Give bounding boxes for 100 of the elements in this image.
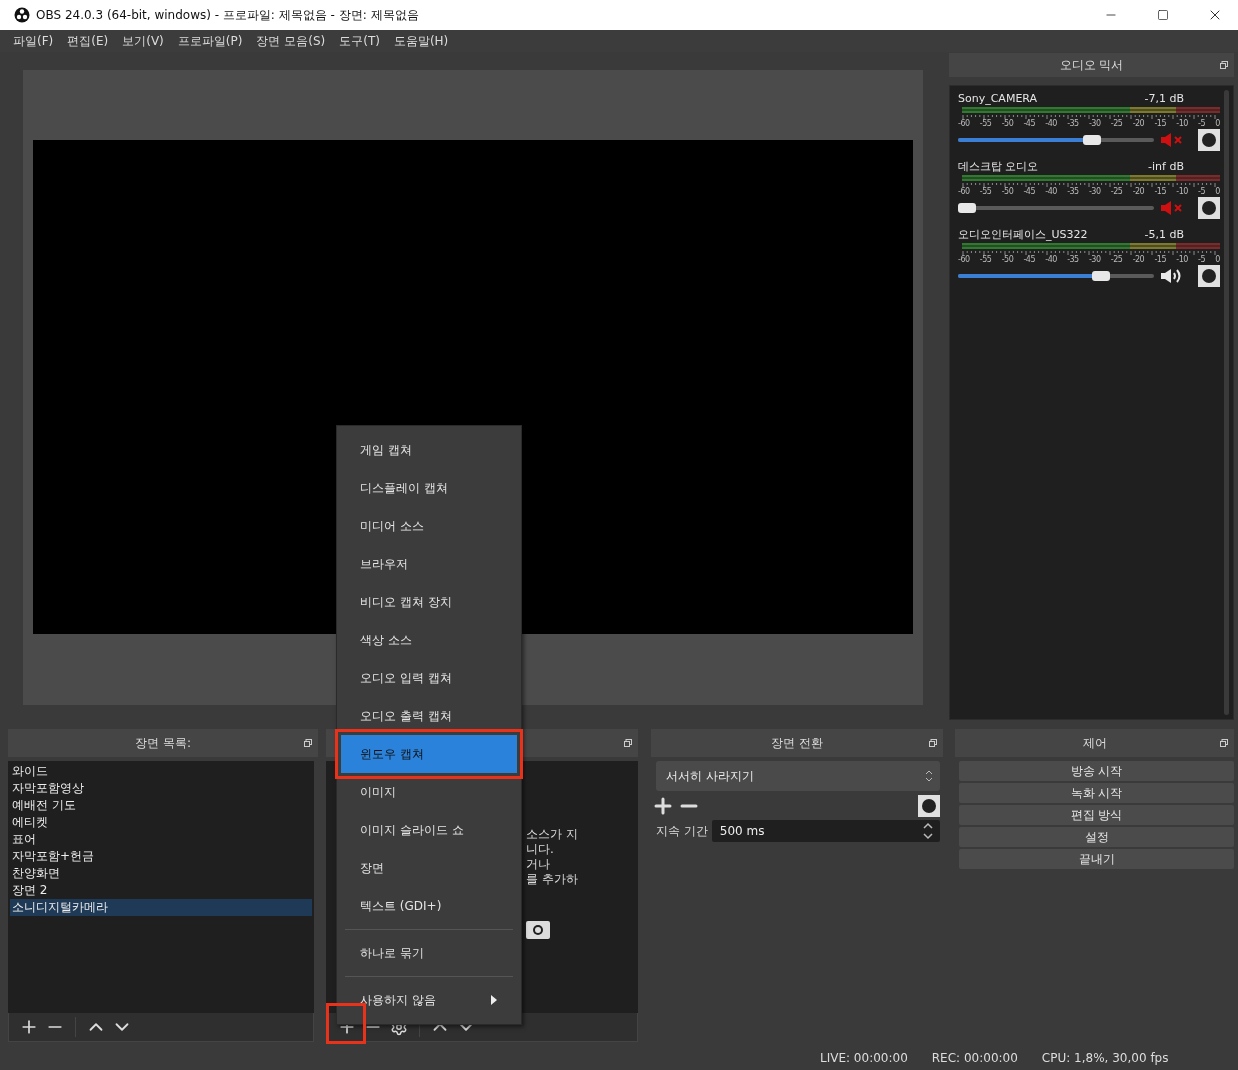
dock-title: 장면 목록:	[135, 734, 191, 752]
scene-item[interactable]: 자막포함영상	[10, 780, 312, 797]
scale-label: -15	[1154, 255, 1167, 265]
scene-item[interactable]: 와이드	[10, 763, 312, 780]
float-icon[interactable]	[624, 739, 632, 747]
menu-item[interactable]: 오디오 입력 캡쳐	[341, 659, 517, 697]
duration-label: 지속 기간	[656, 822, 708, 840]
scene-item[interactable]: 예배전 기도	[10, 797, 312, 814]
scene-item[interactable]: 표어	[10, 831, 312, 848]
menu-item[interactable]: 미디어 소스	[341, 507, 517, 545]
float-icon[interactable]	[929, 739, 937, 747]
control-button[interactable]: 설정	[959, 827, 1234, 847]
channel-reading: -5,1 dB	[1144, 227, 1184, 241]
float-icon[interactable]	[304, 739, 312, 747]
control-button[interactable]: 편집 방식	[959, 805, 1234, 825]
scale-label: -45	[1023, 119, 1036, 129]
scale-label: 0	[1215, 187, 1220, 197]
scrollbar[interactable]	[1224, 90, 1229, 715]
float-icon[interactable]	[1220, 61, 1228, 69]
scale-label: -5	[1198, 187, 1206, 197]
cpu-status: CPU: 1,8%, 30,00 fps	[1041, 1051, 1169, 1065]
menu-item[interactable]: 오디오 출력 캡쳐	[341, 697, 517, 735]
scale-label: -40	[1045, 255, 1057, 265]
menu-item[interactable]: 보기(V)	[115, 32, 171, 50]
volume-slider[interactable]	[958, 203, 1154, 213]
transition-select[interactable]: 서서히 사라지기	[656, 761, 940, 791]
scale-label: -30	[1088, 187, 1101, 197]
menu-item[interactable]: 장면	[341, 849, 517, 887]
window-title: OBS 24.0.3 (64-bit, windows) - 프로파일: 제목없음 - 장면: 제목없음	[36, 6, 420, 24]
scene-item[interactable]: 장면 2	[10, 882, 312, 899]
scale-label: -60	[958, 119, 970, 129]
menu-item[interactable]: 도구(T)	[332, 32, 387, 50]
menu-item[interactable]: 하나로 묶기	[341, 934, 517, 972]
scale-label: -35	[1067, 255, 1079, 265]
scale-label: -10	[1176, 119, 1188, 129]
scale-label: -10	[1176, 187, 1188, 197]
muted-speaker-icon[interactable]	[1160, 200, 1184, 216]
scene-item[interactable]: 찬양화면	[10, 865, 312, 882]
scale-label: -15	[1154, 187, 1167, 197]
properties-button[interactable]	[1198, 129, 1220, 151]
slider-thumb[interactable]	[958, 203, 976, 213]
volume-slider[interactable]	[958, 135, 1154, 145]
slider-thumb[interactable]	[1082, 135, 1101, 145]
channel-reading: -inf dB	[1148, 159, 1184, 173]
scale-label: -15	[1154, 119, 1167, 129]
dock-title: 장면 전환	[771, 734, 823, 752]
control-button[interactable]: 방송 시작	[959, 761, 1234, 781]
scale-label: -50	[1001, 255, 1014, 265]
menu-item[interactable]: 브라우저	[341, 545, 517, 583]
channel-name: 오디오인터페이스_US322	[958, 226, 1088, 242]
scale-label: -20	[1132, 187, 1145, 197]
scene-item[interactable]: 자막포함+헌금	[10, 848, 312, 865]
scale-label: 0	[1215, 255, 1220, 265]
scale-label: -55	[979, 255, 992, 265]
scale-label: -5	[1198, 255, 1206, 265]
menu-item[interactable]: 텍스트 (GDI+)	[341, 887, 517, 925]
menu-item[interactable]: 편집(E)	[60, 32, 116, 50]
scale-label: -45	[1023, 255, 1036, 265]
menu-item[interactable]: 프로파일(P)	[170, 32, 250, 50]
scale-label: -55	[979, 119, 992, 129]
control-button[interactable]: 녹화 시작	[959, 783, 1234, 803]
scale-label: -40	[1045, 119, 1057, 129]
maximize-icon[interactable]	[1157, 9, 1169, 21]
scale-label: -30	[1088, 119, 1101, 129]
menu-item[interactable]: 게임 캡쳐	[341, 431, 517, 469]
scene-item[interactable]: 소니디지털카메라	[10, 899, 312, 916]
hint-text: 를 추가하	[526, 872, 578, 887]
properties-button[interactable]	[1198, 265, 1220, 287]
duration-field[interactable]: 500 ms	[711, 820, 940, 842]
menu-item[interactable]: 비디오 캡쳐 장치	[341, 583, 517, 621]
scale-label: -60	[958, 187, 970, 197]
submenu-arrow-icon	[491, 995, 497, 1005]
control-button[interactable]: 끝내기	[959, 849, 1234, 869]
menu-item[interactable]: 파일(F)	[6, 32, 61, 50]
scale-label: -35	[1067, 187, 1079, 197]
hint-text: 소스가 지	[526, 827, 578, 842]
menu-item[interactable]: 이미지 슬라이드 쇼	[341, 811, 517, 849]
menu-item[interactable]: 색상 소스	[341, 621, 517, 659]
dock-title: 제어	[1082, 734, 1107, 752]
muted-speaker-icon[interactable]	[1160, 132, 1184, 148]
menu-item[interactable]: 장면 모음(S)	[249, 32, 333, 50]
scale-label: -30	[1088, 255, 1101, 265]
spinner-arrows-icon[interactable]	[922, 821, 934, 841]
menu-item[interactable]: 디스플레이 캡쳐	[341, 469, 517, 507]
menu-item[interactable]: 사용하지 않음	[341, 981, 517, 1019]
scale-label: -40	[1045, 187, 1057, 197]
properties-button[interactable]	[1198, 197, 1220, 219]
properties-button[interactable]	[918, 795, 940, 817]
slider-thumb[interactable]	[1091, 271, 1110, 281]
app-logo-icon	[14, 7, 30, 23]
channel-name: Sony_CAMERA	[958, 91, 1038, 105]
scale-label: -50	[1001, 119, 1014, 129]
scale-label: -25	[1110, 119, 1123, 129]
scene-item[interactable]: 에티켓	[10, 814, 312, 831]
menu-item[interactable]: 이미지	[341, 773, 517, 811]
float-icon[interactable]	[1220, 739, 1228, 747]
menu-item[interactable]: 도움말(H)	[386, 32, 456, 50]
volume-slider[interactable]	[958, 271, 1154, 281]
spinner-arrows-icon[interactable]	[924, 768, 934, 784]
scale-label: -10	[1176, 255, 1188, 265]
